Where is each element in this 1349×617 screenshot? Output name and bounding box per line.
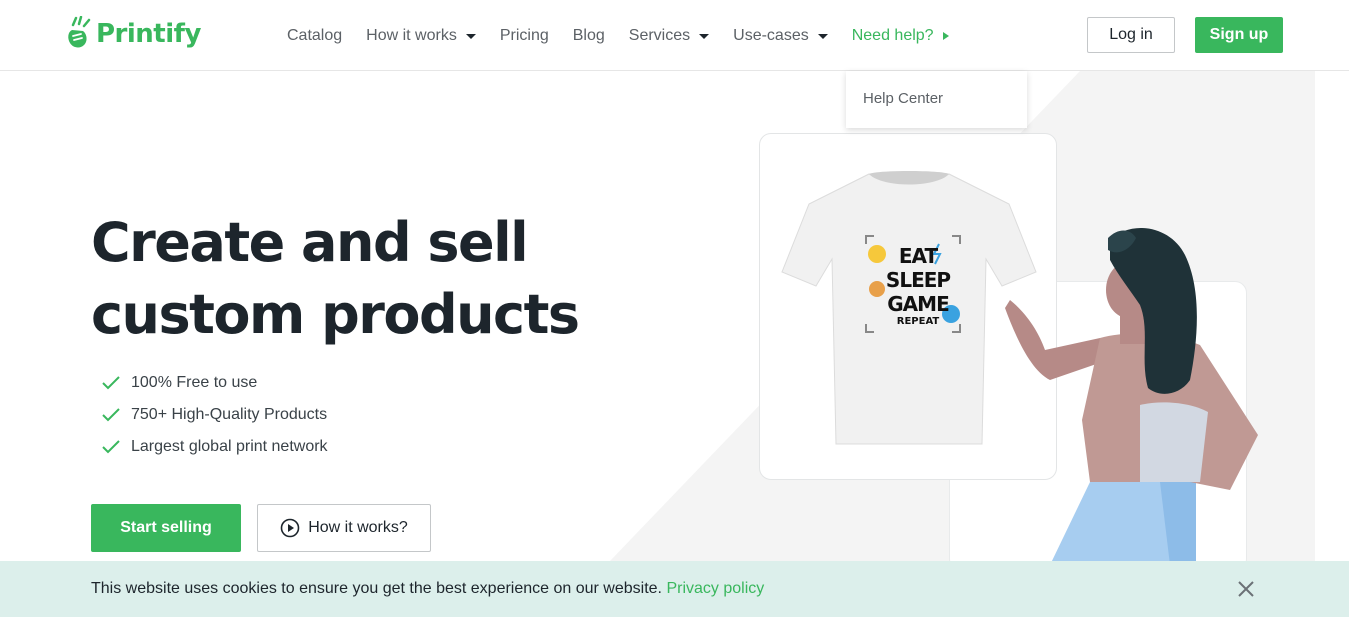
- nav-catalog-label: Catalog: [287, 26, 343, 44]
- print-line: REPEAT: [896, 316, 940, 327]
- caret-right-icon: [942, 32, 949, 40]
- privacy-policy-link[interactable]: Privacy policy: [666, 580, 764, 597]
- site-header: Printify Catalog How it works Pricing Bl…: [0, 0, 1349, 71]
- logo-wordmark: Printify: [96, 19, 201, 49]
- login-button[interactable]: Log in: [1087, 17, 1175, 53]
- nav-how-it-works[interactable]: How it works: [366, 27, 476, 45]
- how-it-works-button[interactable]: How it works?: [257, 504, 431, 552]
- feature-list: 100% Free to use 750+ High-Quality Produ…: [101, 367, 328, 463]
- main-nav: Catalog How it works Pricing Blog Servic…: [287, 0, 973, 71]
- chevron-down-icon: [817, 34, 828, 39]
- how-it-works-label: How it works?: [308, 519, 408, 536]
- cookie-text: This website uses cookies to ensure you …: [91, 580, 667, 597]
- feature-item: Largest global print network: [101, 431, 328, 463]
- nav-use-cases-label: Use-cases: [733, 26, 809, 44]
- cookie-banner: This website uses cookies to ensure you …: [0, 561, 1349, 617]
- close-icon[interactable]: [1236, 579, 1256, 599]
- print-line: SLEEP: [885, 268, 951, 292]
- feature-text: Largest global print network: [131, 438, 328, 455]
- nav-how-it-works-label: How it works: [366, 26, 457, 44]
- checkmark-icon: [102, 440, 120, 454]
- nav-catalog[interactable]: Catalog: [287, 27, 342, 45]
- chevron-down-icon: [699, 34, 710, 39]
- help-dropdown: Help Center: [846, 71, 1027, 128]
- nav-pricing-label: Pricing: [499, 26, 549, 44]
- feature-item: 750+ High-Quality Products: [101, 399, 328, 431]
- feature-item: 100% Free to use: [101, 367, 328, 399]
- nav-blog[interactable]: Blog: [573, 27, 605, 45]
- hero-title: Create and sell custom products: [91, 207, 580, 351]
- nav-services-label: Services: [628, 26, 691, 44]
- hero-title-line-2: custom products: [91, 283, 580, 346]
- print-line: EAT: [898, 244, 938, 268]
- cookie-message: This website uses cookies to ensure you …: [91, 580, 764, 598]
- dropdown-item-help-center[interactable]: Help Center: [863, 90, 943, 107]
- checkmark-icon: [102, 376, 120, 390]
- nav-pricing[interactable]: Pricing: [500, 27, 549, 45]
- print-line: GAME: [887, 292, 949, 316]
- start-selling-button[interactable]: Start selling: [91, 504, 241, 552]
- nav-use-cases[interactable]: Use-cases: [733, 27, 828, 45]
- nav-need-help[interactable]: Need help?: [852, 27, 949, 45]
- nav-blog-label: Blog: [572, 26, 605, 44]
- nav-services[interactable]: Services: [628, 26, 710, 45]
- signup-button[interactable]: Sign up: [1195, 17, 1283, 53]
- printify-logo[interactable]: Printify: [64, 16, 201, 52]
- hero-title-line-1: Create and sell: [91, 211, 529, 274]
- woman-illustration: [1005, 228, 1258, 565]
- shirt-print-text: EAT SLEEP GAME REPEAT: [878, 244, 958, 328]
- feature-text: 750+ High-Quality Products: [131, 406, 328, 423]
- feature-text: 100% Free to use: [131, 374, 258, 391]
- play-circle-icon: [280, 518, 300, 538]
- chevron-down-icon: [465, 34, 476, 39]
- checkmark-icon: [102, 408, 120, 422]
- nav-need-help-label: Need help?: [851, 26, 934, 44]
- printify-logo-icon: [68, 16, 91, 48]
